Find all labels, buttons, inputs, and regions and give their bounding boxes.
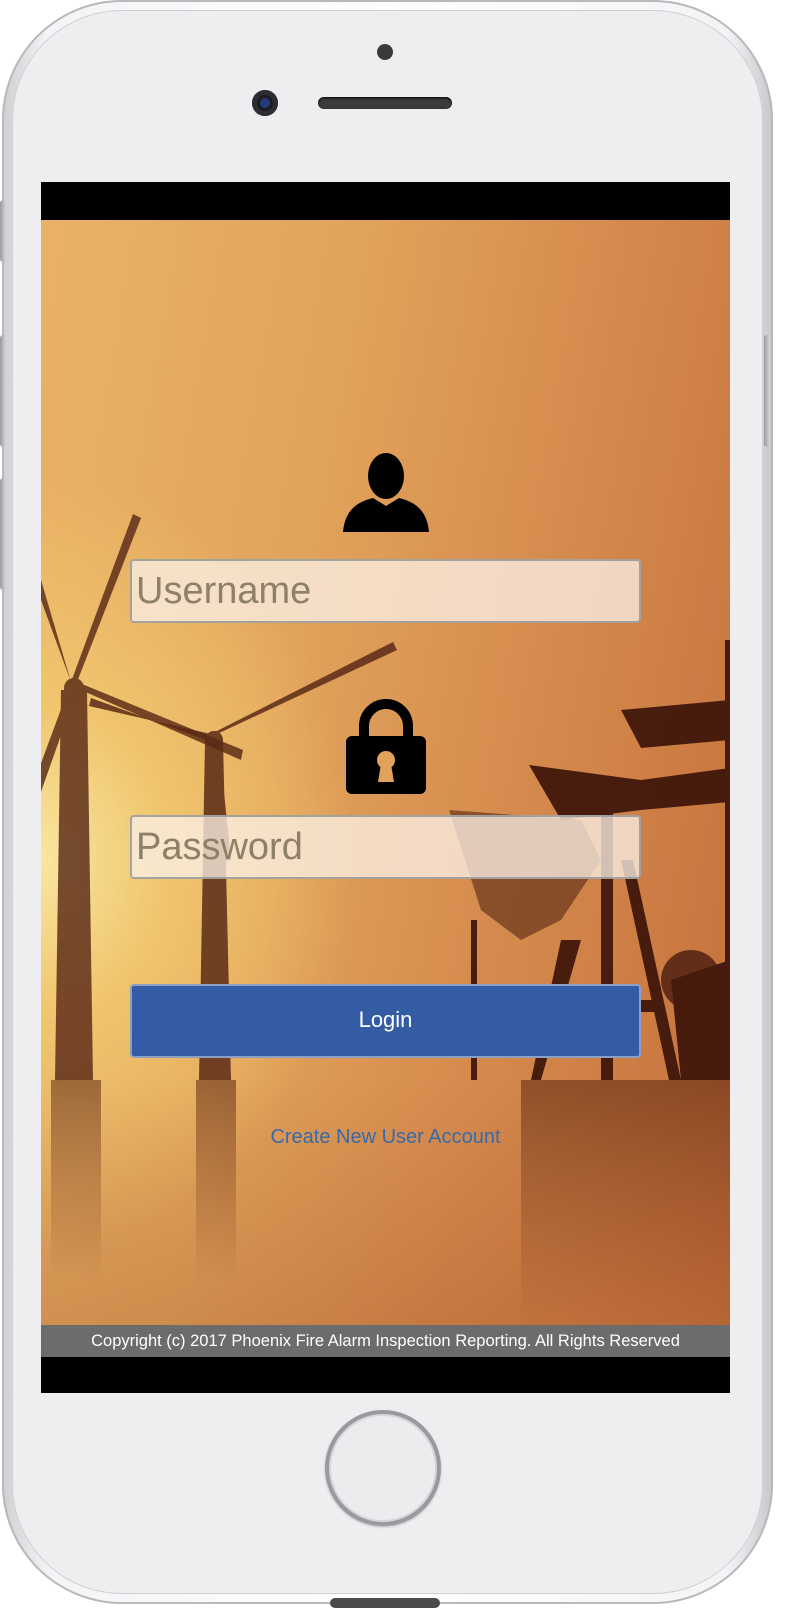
- create-account-link[interactable]: Create New User Account: [41, 1126, 730, 1149]
- lock-icon: [346, 699, 426, 794]
- front-camera: [252, 90, 278, 116]
- proximity-sensor: [377, 44, 393, 60]
- volume-up-button: [0, 335, 6, 447]
- username-input[interactable]: [130, 559, 641, 623]
- login-screen: Login Create New User Account: [41, 220, 730, 1325]
- user-icon: [343, 453, 429, 532]
- phone-screen: Login Create New User Account Copyright …: [41, 182, 730, 1393]
- login-button[interactable]: Login: [130, 984, 641, 1058]
- earpiece-speaker: [318, 97, 452, 109]
- volume-down-button: [0, 478, 6, 590]
- copyright-footer: Copyright (c) 2017 Phoenix Fire Alarm In…: [41, 1325, 730, 1357]
- power-button: [764, 335, 770, 447]
- mute-switch: [0, 200, 6, 262]
- phone-bottom-edge: [330, 1598, 440, 1608]
- home-button[interactable]: [325, 1410, 441, 1526]
- password-input[interactable]: [130, 815, 641, 879]
